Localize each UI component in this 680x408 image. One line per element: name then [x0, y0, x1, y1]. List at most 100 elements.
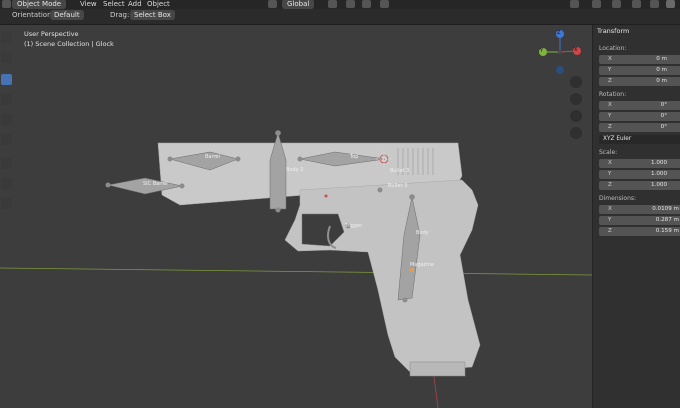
view-perspective-text: User Perspective — [24, 30, 79, 38]
location-z-value[interactable]: 0 m — [656, 78, 667, 84]
dimensions-x-value[interactable]: 0.0109 m — [652, 206, 679, 212]
transform-orientation-icon[interactable] — [268, 0, 277, 8]
scale-x-value[interactable]: 1.000 — [651, 160, 667, 166]
annotate-tool[interactable] — [1, 158, 12, 169]
location-label: Location: — [599, 45, 627, 52]
bone-label-magazine: Magazine — [410, 262, 434, 268]
overlay-toggle-icon[interactable] — [612, 0, 621, 8]
mode-dropdown[interactable]: Object Mode — [12, 0, 67, 9]
location-x-field[interactable]: X 0 m — [599, 55, 680, 64]
dimensions-x-axis: X — [608, 206, 612, 212]
menu-view[interactable]: View — [80, 0, 97, 8]
bone-label-sic-barrel: SIC Barrel — [143, 181, 168, 187]
bone-label-bullet-3b: Bullet 3 — [388, 183, 408, 189]
dimensions-y-field[interactable]: Y 0.287 m — [599, 216, 680, 225]
bone-label-body-2: Body 2 — [286, 167, 304, 173]
location-y-value[interactable]: 0 m — [656, 67, 667, 73]
select-box-tool[interactable] — [1, 32, 12, 43]
rotation-z-field[interactable]: Z 0° — [599, 123, 680, 132]
scale-z-axis: Z — [608, 182, 612, 188]
scale-x-field[interactable]: X 1.000 — [599, 159, 680, 168]
bone-label-barrel: Barrel — [205, 154, 220, 160]
glock-mesh — [157, 142, 481, 377]
scale-label: Scale: — [599, 149, 618, 156]
snap-icon[interactable] — [346, 0, 355, 8]
bone-barrel — [169, 151, 239, 171]
scale-z-value[interactable]: 1.000 — [651, 182, 667, 188]
dimensions-x-field[interactable]: X 0.0109 m — [599, 205, 680, 214]
menu-select[interactable]: Select — [103, 0, 125, 8]
armature-bones — [107, 132, 421, 301]
rotation-label: Rotation: — [599, 91, 627, 98]
scale-x-axis: X — [608, 160, 612, 166]
scale-y-value[interactable]: 1.000 — [651, 171, 667, 177]
transform-tool[interactable] — [1, 134, 12, 145]
dimensions-y-value[interactable]: 0.287 m — [656, 217, 679, 223]
tool-shelf — [0, 28, 14, 218]
rotation-y-field[interactable]: Y 0° — [599, 112, 680, 121]
bone-label-body: Body — [416, 230, 429, 236]
menu-add[interactable]: Add — [128, 0, 142, 8]
dimensions-y-axis: Y — [608, 217, 612, 223]
shading-material-icon[interactable] — [666, 0, 675, 8]
dimensions-z-axis: Z — [608, 228, 612, 234]
drag-dropdown[interactable]: Select Box — [130, 10, 175, 20]
viewport-header: Object Mode View Select Add Object Globa… — [0, 0, 680, 25]
rotation-z-axis: Z — [608, 124, 612, 130]
pivot-point-icon[interactable] — [328, 0, 337, 8]
dimensions-z-field[interactable]: Z 0.159 m — [599, 227, 680, 236]
proportional-editing-icon[interactable] — [380, 0, 389, 8]
add-cube-tool[interactable] — [1, 198, 12, 209]
dimensions-z-value[interactable]: 0.159 m — [656, 228, 679, 234]
zoom-icon[interactable] — [570, 76, 582, 88]
drag-value[interactable]: Select Box — [130, 10, 175, 20]
camera-view-icon[interactable] — [570, 110, 582, 122]
xray-toggle-icon[interactable] — [632, 0, 641, 8]
dimensions-label: Dimensions: — [599, 195, 637, 202]
location-x-value[interactable]: 0 m — [656, 56, 667, 62]
rotation-x-value[interactable]: 0° — [661, 102, 667, 108]
editor-type-icon[interactable] — [2, 0, 11, 8]
gizmo-y-label[interactable]: Y — [540, 48, 543, 54]
rotation-mode-value[interactable]: XYZ Euler — [603, 136, 631, 142]
x-axis-line — [0, 267, 593, 276]
rotation-y-value[interactable]: 0° — [661, 113, 667, 119]
rotation-y-axis: Y — [608, 113, 612, 119]
object-origin — [410, 268, 414, 272]
shading-solid-icon[interactable] — [650, 0, 659, 8]
bone-label-top: Top — [350, 154, 359, 160]
orientation-value[interactable]: Default — [50, 10, 84, 20]
visibility-icon[interactable] — [570, 0, 579, 8]
panel-title[interactable]: Transform — [597, 27, 629, 35]
gizmo-toggle-icon[interactable] — [592, 0, 601, 8]
bone-joints — [105, 130, 415, 303]
location-z-field[interactable]: Z 0 m — [599, 77, 680, 86]
gizmo-x-label[interactable]: X — [574, 47, 577, 53]
menu-object[interactable]: Object — [147, 0, 170, 8]
orientation-dropdown[interactable]: Default — [50, 10, 84, 20]
location-y-field[interactable]: Y 0 m — [599, 66, 680, 75]
measure-tool[interactable] — [1, 178, 12, 189]
rotate-tool[interactable] — [1, 94, 12, 105]
rotation-z-value[interactable]: 0° — [661, 124, 667, 130]
pan-hand-icon[interactable] — [570, 93, 582, 105]
snap-settings-icon[interactable] — [362, 0, 371, 8]
bone-body-2 — [269, 132, 287, 210]
bone-label-bullet-3a: Bullet 3 — [390, 168, 410, 174]
bone-label-trigger: Trigger — [345, 223, 363, 229]
transform-panel: Transform Location: X 0 m Y 0 m Z 0 m Rotat… — [592, 25, 680, 408]
viewport-scene[interactable] — [0, 0, 680, 408]
transform-orientation-dropdown[interactable]: Global — [282, 0, 315, 9]
rotation-mode-dropdown[interactable]: XYZ Euler — [599, 135, 680, 144]
perspective-grid-icon[interactable] — [570, 127, 582, 139]
scale-y-field[interactable]: Y 1.000 — [599, 170, 680, 179]
rotation-x-field[interactable]: X 0° — [599, 101, 680, 110]
cursor-tool[interactable] — [1, 52, 12, 63]
orientation-label: Orientation: — [12, 11, 54, 19]
drag-label: Drag: — [110, 11, 130, 19]
scale-tool[interactable] — [1, 114, 12, 125]
move-tool[interactable] — [1, 74, 12, 85]
scale-z-field[interactable]: Z 1.000 — [599, 181, 680, 190]
3d-cursor — [376, 151, 392, 167]
gizmo-z-label[interactable]: Z — [557, 30, 560, 36]
